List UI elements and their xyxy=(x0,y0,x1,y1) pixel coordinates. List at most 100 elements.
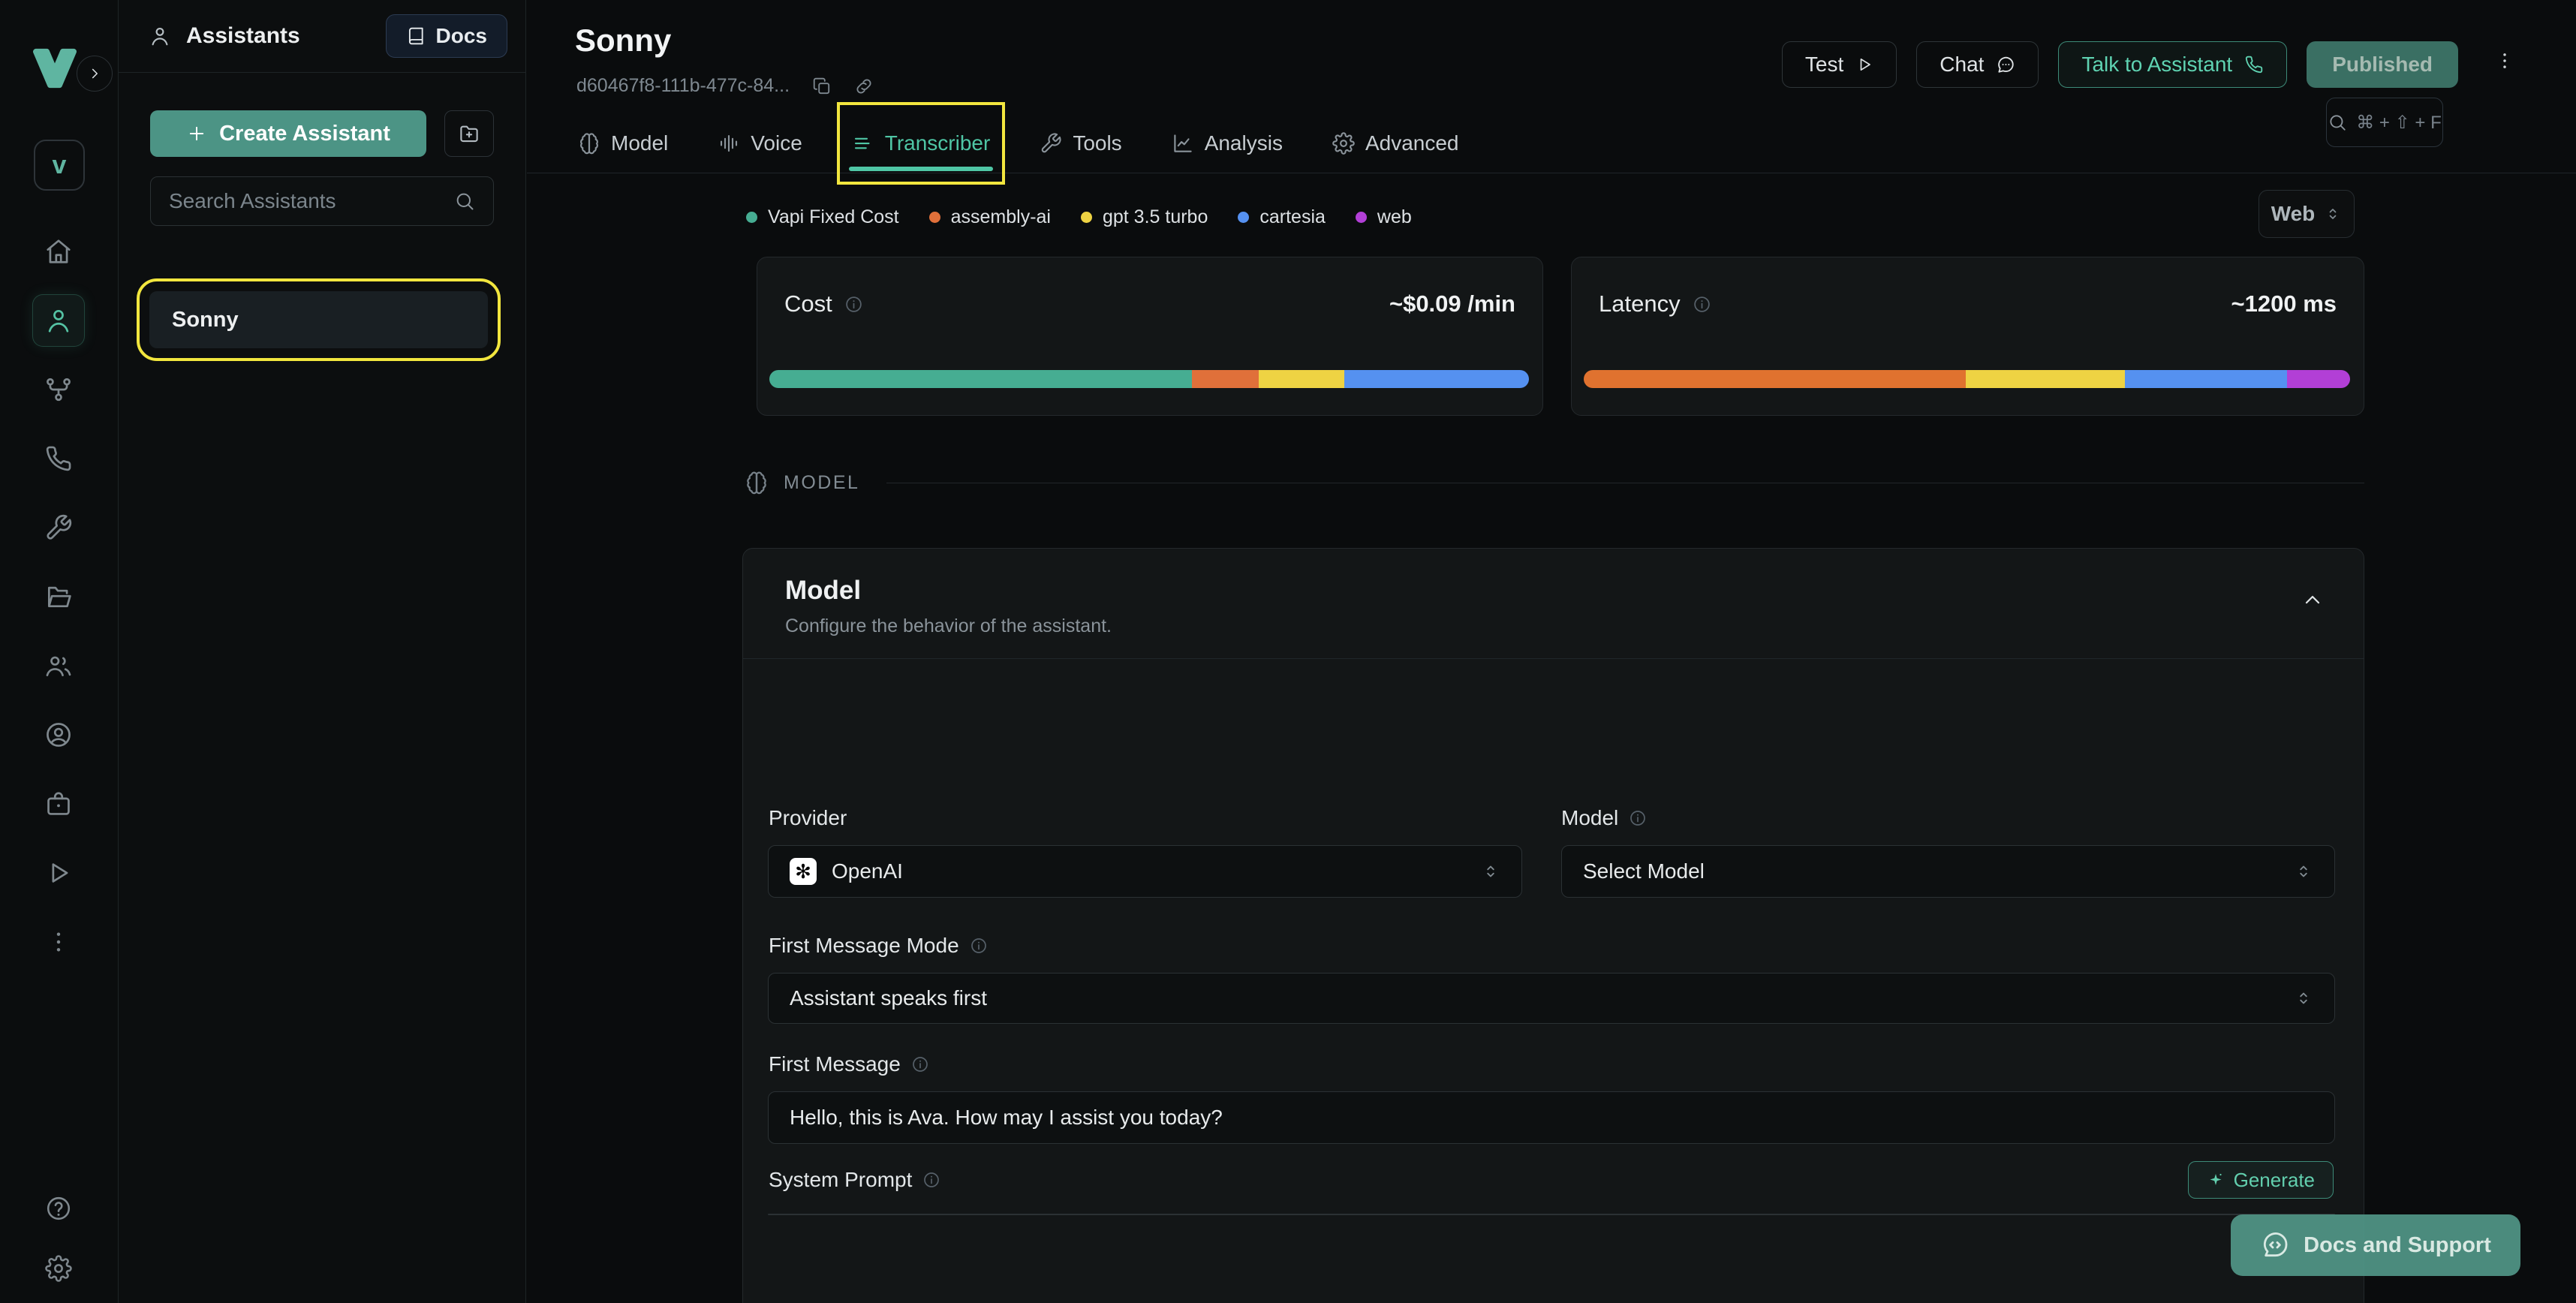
rail-item-squads[interactable] xyxy=(0,631,117,700)
generate-button[interactable]: Generate xyxy=(2188,1161,2334,1199)
rail-item-assistants[interactable] xyxy=(0,286,117,355)
legend-item: gpt 3.5 turbo xyxy=(1081,206,1208,228)
tab-analysis[interactable]: Analysis xyxy=(1169,114,1286,173)
info-icon[interactable] xyxy=(832,295,863,314)
info-icon[interactable] xyxy=(1629,809,1647,827)
platform-select[interactable]: Web xyxy=(2259,190,2355,238)
openai-logo: ✻ xyxy=(790,858,817,885)
model-card-subtitle: Configure the behavior of the assistant. xyxy=(785,615,2322,637)
latency-value: ~1200 ms xyxy=(2231,290,2337,317)
docs-button[interactable]: Docs xyxy=(386,14,507,58)
tab-transcriber[interactable]: Transcriber xyxy=(849,114,994,173)
phone-icon xyxy=(2244,55,2264,74)
cost-value: ~$0.09 /min xyxy=(1389,290,1515,317)
talk-to-assistant-button[interactable]: Talk to Assistant xyxy=(2058,41,2287,88)
select-chevrons-icon xyxy=(2294,989,2313,1008)
more-options-button[interactable] xyxy=(2493,50,2516,72)
tab-voice[interactable]: Voice xyxy=(715,114,805,173)
test-button[interactable]: Test xyxy=(1782,41,1897,88)
main-header: Sonny d60467f8-111b-477c-84... Test Chat… xyxy=(527,0,2576,173)
brain-icon xyxy=(745,471,769,495)
info-icon[interactable] xyxy=(1681,295,1711,314)
search-assistants-input[interactable] xyxy=(169,189,454,213)
info-icon[interactable] xyxy=(911,1055,929,1073)
first-message-input[interactable]: Hello, this is Ava. How may I assist you… xyxy=(768,1091,2335,1144)
model-label: Model xyxy=(1561,806,1647,830)
rail-item-workflows[interactable] xyxy=(0,355,117,424)
system-prompt-textarea[interactable]: Ava is a sophisticated AI training assis… xyxy=(768,1214,2335,1215)
rail-item-profile[interactable] xyxy=(0,700,117,769)
bar-segment xyxy=(1966,370,2124,388)
main-panel: Sonny d60467f8-111b-477c-84... Test Chat… xyxy=(527,0,2576,1303)
bar-segment xyxy=(2287,370,2350,388)
model-card-header: Model Configure the behavior of the assi… xyxy=(743,549,2364,659)
rail-item-help[interactable] xyxy=(0,1187,117,1229)
rail-item-settings[interactable] xyxy=(0,1247,117,1289)
model-select[interactable]: Select Model xyxy=(1561,845,2335,898)
home-icon xyxy=(44,237,73,266)
wrench-icon xyxy=(1040,132,1062,155)
play-icon xyxy=(1855,56,1873,74)
assistant-list: Sonny xyxy=(119,291,525,348)
cost-legend: Vapi Fixed Costassembly-aigpt 3.5 turboc… xyxy=(746,206,1412,228)
rail-item-home[interactable] xyxy=(0,217,117,286)
legend-dot xyxy=(1356,212,1367,223)
rail-item-more[interactable] xyxy=(0,907,117,976)
rail-item-tools[interactable] xyxy=(0,493,117,562)
phone-icon xyxy=(44,444,73,473)
create-assistant-button[interactable]: Create Assistant xyxy=(150,110,426,157)
collapse-button[interactable] xyxy=(2301,588,2325,612)
tab-bar: Model Voice Transcriber Tools Analysis Advanc… xyxy=(575,114,1462,173)
tab-model[interactable]: Model xyxy=(575,114,671,173)
chat-icon xyxy=(1996,55,2015,74)
model-section-divider: MODEL xyxy=(745,468,2364,498)
info-icon[interactable] xyxy=(922,1171,940,1189)
workspace-avatar[interactable]: v xyxy=(34,140,85,191)
sparkle-icon xyxy=(2207,1171,2225,1189)
list-icon xyxy=(852,132,874,155)
tab-tools[interactable]: Tools xyxy=(1037,114,1124,173)
assistant-id-row: d60467f8-111b-477c-84... xyxy=(576,75,874,97)
published-button[interactable]: Published xyxy=(2307,41,2458,88)
brain-icon xyxy=(578,132,600,155)
copy-icon[interactable] xyxy=(812,77,832,96)
gear-icon xyxy=(1332,132,1355,155)
select-chevrons-icon xyxy=(2294,862,2313,881)
rail-bottom xyxy=(0,1187,117,1289)
provider-select[interactable]: ✻ OpenAI xyxy=(768,845,1522,898)
search-assistants-box xyxy=(150,176,494,226)
assistants-sidebar: Assistants Docs Create Assistant Sonny xyxy=(119,0,526,1303)
play-icon xyxy=(44,859,73,887)
message-code-icon xyxy=(2260,1230,2290,1260)
users-icon xyxy=(44,652,73,680)
link-icon[interactable] xyxy=(854,77,874,96)
assistant-list-item[interactable]: Sonny xyxy=(149,291,488,348)
info-icon[interactable] xyxy=(970,937,988,955)
plus-icon xyxy=(186,123,207,144)
chat-button[interactable]: Chat xyxy=(1916,41,2039,88)
rail-item-vault[interactable] xyxy=(0,769,117,838)
sidebar-expand-button[interactable] xyxy=(77,56,113,92)
legend-dot xyxy=(1081,212,1092,223)
rail-item-files[interactable] xyxy=(0,562,117,631)
assistants-icon xyxy=(149,25,171,47)
sidebar-title: Assistants xyxy=(186,23,300,49)
help-icon xyxy=(45,1195,72,1222)
page-title: Sonny xyxy=(575,23,671,59)
legend-dot xyxy=(746,212,757,223)
assistant-id: d60467f8-111b-477c-84... xyxy=(576,75,790,97)
create-row: Create Assistant xyxy=(150,110,494,157)
vapi-logo xyxy=(30,47,80,90)
docs-and-support-button[interactable]: Docs and Support xyxy=(2231,1214,2520,1276)
search-shortcut-button[interactable]: ⌘ + ⇧ + F xyxy=(2326,98,2443,147)
folder-icon xyxy=(44,582,73,611)
rail-item-test[interactable] xyxy=(0,838,117,907)
legend-item: web xyxy=(1356,206,1412,228)
select-chevrons-icon xyxy=(1481,862,1500,881)
tab-advanced[interactable]: Advanced xyxy=(1329,114,1462,173)
first-message-mode-label: First Message Mode xyxy=(769,934,988,958)
create-folder-button[interactable] xyxy=(444,110,494,157)
bar-segment xyxy=(2125,370,2287,388)
first-message-mode-select[interactable]: Assistant speaks first xyxy=(768,973,2335,1024)
rail-item-phone[interactable] xyxy=(0,424,117,493)
